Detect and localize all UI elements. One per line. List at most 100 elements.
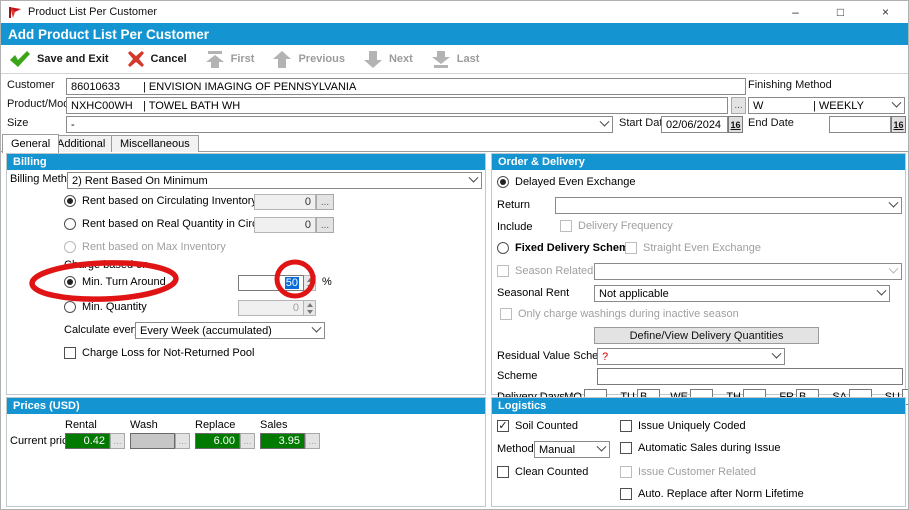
chevron-down-icon (889, 198, 899, 208)
residual-value-scheme-select[interactable]: ? (597, 348, 785, 365)
method-select[interactable]: Manual (534, 441, 610, 458)
rent-real-quantity-radio[interactable] (64, 218, 76, 230)
inactive-season-option: Only charge washings during inactive sea… (500, 308, 739, 320)
start-date-field[interactable]: 02/06/2024 (661, 116, 728, 133)
tab-miscellaneous[interactable]: Miscellaneous (111, 135, 199, 152)
current-price-sales-field[interactable]: 3.95 (260, 433, 305, 449)
inactive-season-checkbox (500, 308, 512, 320)
spinner-up-icon (307, 303, 313, 307)
delivery-frequency-checkbox (560, 220, 572, 232)
finishing-method-select[interactable]: W | WEEKLY (748, 97, 905, 114)
size-label: Size (7, 117, 28, 129)
delayed-even-exchange-option[interactable]: Delayed Even Exchange (497, 176, 635, 188)
min-quantity-option[interactable]: Min. Quantity (64, 301, 147, 313)
min-turn-around-field[interactable]: 50 (238, 275, 304, 291)
rent-circulating-radio[interactable] (64, 195, 76, 207)
billing-method-select[interactable]: 2) Rent Based On Minimum (67, 172, 482, 189)
min-turn-around-radio[interactable] (64, 276, 76, 288)
close-button[interactable]: × (863, 1, 908, 23)
minimize-button[interactable]: – (773, 1, 818, 23)
straight-even-exchange-option: Straight Even Exchange (625, 242, 761, 254)
customer-label: Customer (7, 79, 55, 91)
delayed-even-exchange-radio[interactable] (497, 176, 509, 188)
min-quantity-radio[interactable] (64, 301, 76, 313)
check-icon (9, 51, 31, 68)
min-turn-around-option[interactable]: Min. Turn Around (64, 276, 166, 288)
end-date-picker-button[interactable]: 16 (891, 116, 906, 133)
current-price-wash-field[interactable] (130, 433, 175, 449)
min-quantity-spinner[interactable] (304, 300, 316, 316)
automatic-sales-option[interactable]: Automatic Sales during Issue (620, 442, 780, 454)
charge-loss-checkbox[interactable] (64, 347, 76, 359)
wash-browse-button[interactable]: ... (175, 433, 190, 449)
automatic-sales-checkbox[interactable] (620, 442, 632, 454)
charge-based-on-label: Charge based on (64, 259, 148, 271)
calculate-every-select[interactable]: Every Week (accumulated) (135, 322, 325, 339)
rent-real-quantity-browse-button[interactable]: ... (316, 217, 334, 233)
chevron-down-icon (877, 286, 887, 296)
delivery-frequency-option: Delivery Frequency (560, 220, 673, 232)
prices-section: Prices (USD) Rental Wash Replace Sales C… (6, 397, 486, 507)
customer-field[interactable]: 86010633 | ENVISION IMAGING OF PENNSYLVA… (66, 78, 746, 95)
end-date-field[interactable] (829, 116, 891, 133)
maximize-button[interactable]: □ (818, 1, 863, 23)
soil-counted-checkbox[interactable]: ✓ (497, 420, 509, 432)
rent-circulating-option[interactable]: Rent based on Circulating Inventory (64, 195, 257, 207)
season-related-select (594, 263, 902, 280)
season-related-option: Season Related (497, 265, 593, 277)
tab-general[interactable]: General (2, 134, 59, 153)
clean-counted-option[interactable]: Clean Counted (497, 466, 588, 478)
season-related-checkbox (497, 265, 509, 277)
billing-section: Billing Billing Method 2) Rent Based On … (6, 153, 486, 395)
save-and-exit-button[interactable]: Save and Exit (9, 51, 109, 68)
first-button[interactable]: First (205, 51, 255, 68)
cancel-button[interactable]: Cancel (127, 51, 187, 67)
window-titlebar: Product List Per Customer – □ × (1, 1, 908, 23)
seasonal-rent-select[interactable]: Not applicable (594, 285, 890, 302)
rent-circulating-browse-button[interactable]: ... (316, 194, 334, 210)
issue-customer-related-option: Issue Customer Related (620, 466, 756, 478)
rent-max-inventory-option: Rent based on Max Inventory (64, 241, 226, 253)
product-model-field[interactable]: NXHC00WH | TOWEL BATH WH (66, 97, 728, 114)
tab-bar: General Additional Miscellaneous (1, 134, 908, 152)
percent-label: % (322, 276, 332, 288)
rent-circulating-field[interactable]: 0 (254, 194, 316, 210)
fixed-delivery-scheme-radio[interactable] (497, 242, 509, 254)
next-button[interactable]: Next (363, 51, 413, 68)
min-quantity-field[interactable]: 0 (238, 300, 304, 316)
arrow-down-bar-icon (431, 51, 451, 68)
product-browse-button[interactable]: ... (731, 97, 746, 114)
window-title: Product List Per Customer (28, 6, 157, 18)
clean-counted-checkbox[interactable] (497, 466, 509, 478)
fixed-delivery-scheme-option[interactable]: Fixed Delivery Scheme (497, 242, 635, 254)
define-view-delivery-button[interactable]: Define/View Delivery Quantities (594, 327, 819, 344)
auto-replace-option[interactable]: Auto. Replace after Norm Lifetime (620, 488, 804, 500)
issue-uniquely-coded-option[interactable]: Issue Uniquely Coded (620, 420, 746, 432)
return-label: Return (497, 199, 530, 211)
replace-browse-button[interactable]: ... (240, 433, 255, 449)
current-price-rental-field[interactable]: 0.42 (65, 433, 110, 449)
prices-section-header: Prices (USD) (7, 398, 485, 414)
rental-browse-button[interactable]: ... (110, 433, 125, 449)
rent-real-quantity-field[interactable]: 0 (254, 217, 316, 233)
order-delivery-section: Order & Delivery Delayed Even Exchange R… (491, 153, 906, 395)
issue-uniquely-coded-checkbox[interactable] (620, 420, 632, 432)
size-select[interactable]: - (66, 116, 613, 133)
method-label: Method (497, 443, 534, 455)
min-turn-around-spinner[interactable] (304, 275, 316, 291)
arrow-up-icon (272, 51, 292, 68)
spinner-down-icon (307, 310, 313, 314)
chevron-down-icon (889, 264, 899, 274)
sales-browse-button[interactable]: ... (305, 433, 320, 449)
scheme-field[interactable] (597, 368, 903, 385)
start-date-picker-button[interactable]: 16 (728, 116, 743, 133)
current-price-replace-field[interactable]: 6.00 (195, 433, 240, 449)
charge-loss-option[interactable]: Charge Loss for Not-Returned Pool (64, 347, 254, 359)
previous-button[interactable]: Previous (272, 51, 344, 68)
col-replace: Replace (195, 419, 235, 431)
auto-replace-checkbox[interactable] (620, 488, 632, 500)
return-select[interactable] (555, 197, 902, 214)
last-button[interactable]: Last (431, 51, 480, 68)
app-icon (8, 6, 22, 19)
soil-counted-option[interactable]: ✓ Soil Counted (497, 420, 578, 432)
